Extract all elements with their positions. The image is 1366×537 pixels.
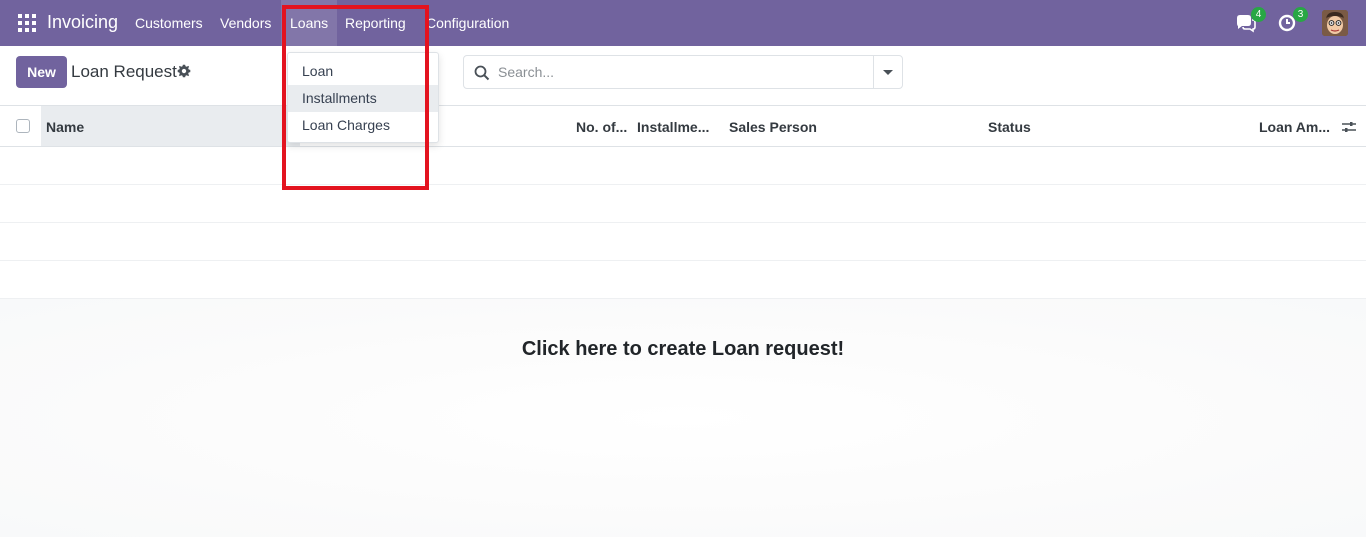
sliders-icon[interactable] [1341,119,1357,135]
column-status[interactable]: Status [988,119,1031,135]
highlight-box [282,5,429,190]
empty-state-area [0,299,1366,537]
gear-icon[interactable] [177,64,191,78]
list-header: Name No. of... Installme... Sales Person… [0,106,1366,147]
list-row [0,185,1366,223]
activities-count-badge: 3 [1293,7,1308,22]
list-rows [0,147,1366,299]
search-input[interactable] [498,61,858,83]
page-title: Loan Request [71,62,177,81]
messages-button[interactable]: 4 [1234,7,1266,36]
control-panel: New Loan Request [0,46,1366,106]
column-loan-amount[interactable]: Loan Am... [1259,119,1330,135]
menu-customers[interactable]: Customers [126,0,212,46]
search-icon [474,65,490,81]
column-name[interactable]: Name [46,119,84,135]
menu-configuration[interactable]: Configuration [417,0,518,46]
avatar-face-icon [1322,10,1348,36]
apps-menu-icon[interactable] [18,14,36,32]
column-sales-person[interactable]: Sales Person [729,119,817,135]
list-row [0,147,1366,185]
caret-down-icon [883,70,893,75]
menu-vendors[interactable]: Vendors [211,0,280,46]
select-all-checkbox[interactable] [16,119,30,133]
activities-button[interactable]: 3 [1276,7,1308,36]
top-navbar: Invoicing Customers Vendors Loans Report… [0,0,1366,46]
app-name[interactable]: Invoicing [47,12,118,33]
new-button[interactable]: New [16,56,67,88]
user-avatar[interactable] [1322,10,1348,36]
messages-count-badge: 4 [1251,7,1266,22]
column-no-of-installments[interactable]: No. of... [576,119,627,135]
search-bar [463,55,874,89]
search-options-toggle[interactable] [873,55,903,89]
list-row [0,261,1366,299]
empty-state-helper[interactable]: Click here to create Loan request! [0,338,1366,361]
list-row [0,223,1366,261]
column-installment[interactable]: Installme... [637,119,709,135]
